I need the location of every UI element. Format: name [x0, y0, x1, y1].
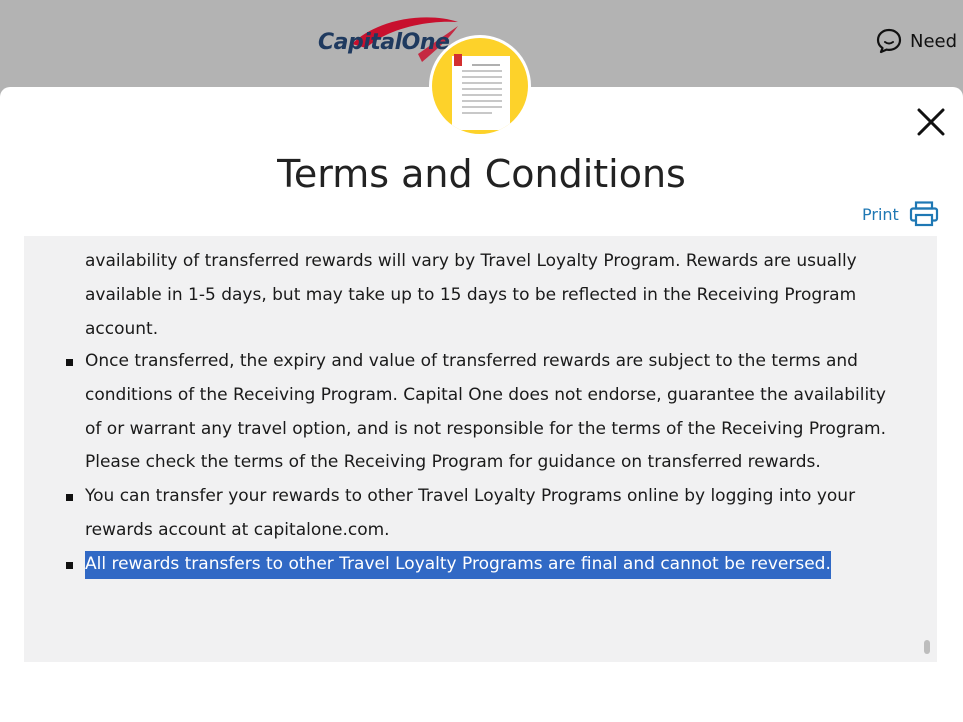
print-label: Print: [862, 204, 899, 224]
document-badge: [432, 38, 528, 134]
list-item: Once transferred, the expiry and value o…: [66, 345, 896, 480]
bullet-icon: [66, 561, 73, 569]
terms-paragraph: availability of transferred rewards will…: [85, 251, 857, 339]
list-item-text: Once transferred, the expiry and value o…: [85, 351, 886, 473]
list-item: You can transfer your rewards to other T…: [66, 480, 896, 548]
list-item-text: You can transfer your rewards to other T…: [85, 486, 856, 540]
selected-list-item-text: All rewards transfers to other Travel Lo…: [85, 550, 831, 579]
bullet-icon: [66, 494, 73, 502]
close-icon: [917, 108, 945, 136]
help-label: Need: [910, 30, 958, 52]
modal-title: Terms and Conditions: [277, 152, 686, 196]
chat-bubble-icon: [876, 28, 902, 54]
terms-content-panel[interactable]: availability of transferred rewards will…: [24, 236, 937, 662]
bullet-icon: [66, 359, 73, 366]
printer-icon: [909, 201, 938, 227]
list-item: All rewards transfers to other Travel Lo…: [66, 548, 896, 582]
terms-list: Once transferred, the expiry and value o…: [66, 345, 896, 582]
close-button[interactable]: [913, 104, 949, 140]
print-button[interactable]: Print: [862, 200, 939, 228]
scrollbar-thumb[interactable]: [924, 640, 930, 654]
logo-wordmark: CapitalOne: [318, 30, 450, 55]
document-icon: [452, 54, 510, 130]
help-link[interactable]: Need: [876, 26, 957, 56]
